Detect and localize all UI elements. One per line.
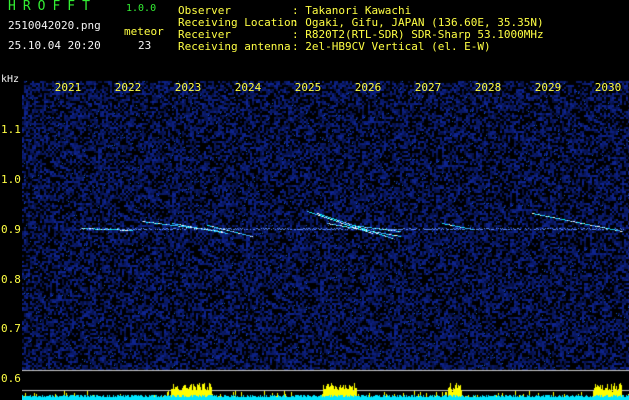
x-tick-label: 2027 (414, 81, 442, 94)
meteor-label: meteor (124, 25, 164, 38)
file-name: 2510042020.png (8, 19, 101, 32)
y-tick-label: 0.8 (1, 273, 21, 286)
x-tick-label: 2028 (474, 81, 502, 94)
meteor-count: 23 (138, 39, 152, 52)
x-tick-label: 2029 (534, 81, 562, 94)
x-tick-label: 2021 (54, 81, 82, 94)
x-tick-label: 2023 (174, 81, 202, 94)
app-title: HROFFT (8, 0, 97, 14)
y-tick-label: 0.7 (1, 322, 21, 335)
y-tick-label: 0.6 (1, 372, 21, 385)
x-tick-label: 2024 (234, 81, 262, 94)
spectrogram (22, 73, 629, 400)
x-tick-label: 2025 (294, 81, 322, 94)
y-tick-label: 1.0 (1, 173, 21, 186)
info-header: HROFFT 1.0.0 2510042020.png meteor 25.10… (0, 0, 629, 72)
info-labels: Observer Receiving Location Receiver Rec… (178, 4, 298, 53)
y-tick-label: 0.9 (1, 223, 21, 236)
khz-unit-label: kHz (1, 74, 20, 85)
x-tick-label: 2030 (594, 81, 622, 94)
x-tick-label: 2026 (354, 81, 382, 94)
y-tick-label: 1.1 (1, 123, 21, 136)
info-values: : Takanori Kawachi : Ogaki, Gifu, JAPAN … (292, 4, 544, 53)
datetime: 25.10.04 20:20 (8, 39, 101, 52)
x-tick-label: 2022 (114, 81, 142, 94)
app-version: 1.0.0 (126, 3, 157, 14)
